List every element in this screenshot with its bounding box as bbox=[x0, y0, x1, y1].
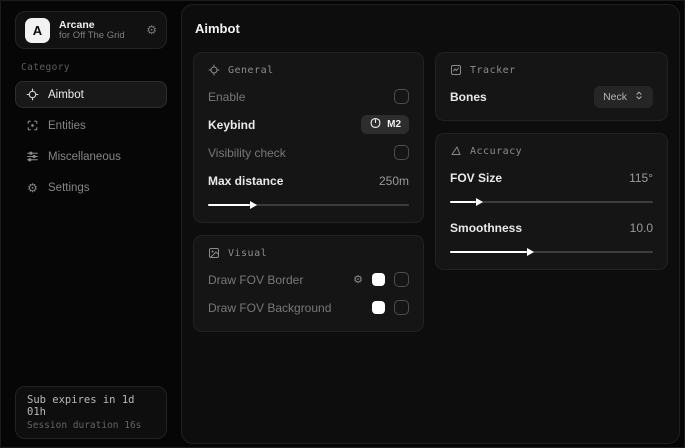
smoothness-row: Smoothness 10.0 bbox=[450, 217, 653, 238]
gear-icon[interactable]: ⚙ bbox=[353, 273, 363, 286]
draw-fov-border-row: Draw FOV Border ⚙ bbox=[208, 269, 409, 290]
slider-thumb[interactable] bbox=[450, 251, 527, 253]
sidebar-item-miscellaneous[interactable]: Miscellaneous bbox=[15, 143, 167, 170]
page-title: Aimbot bbox=[195, 21, 668, 36]
sidebar-item-label: Settings bbox=[48, 182, 90, 194]
sidebar-item-entities[interactable]: Entities bbox=[15, 112, 167, 139]
app-header: A Arcane for Off The Grid ⚙ bbox=[15, 11, 167, 49]
triangle-icon bbox=[450, 145, 462, 157]
fov-background-color-swatch[interactable] bbox=[372, 301, 385, 314]
fov-size-row: FOV Size 115° bbox=[450, 167, 653, 188]
card-title: Accuracy bbox=[470, 146, 522, 157]
fov-border-color-swatch[interactable] bbox=[372, 273, 385, 286]
logo-letter: A bbox=[33, 23, 42, 38]
image-icon bbox=[208, 247, 220, 259]
sidebar-nav: Aimbot Entities Miscellaneous ⚙ Settings bbox=[9, 81, 173, 201]
fov-border-checkbox[interactable] bbox=[394, 272, 409, 287]
bones-select[interactable]: Neck bbox=[594, 86, 653, 108]
bones-value: Neck bbox=[603, 91, 627, 103]
card-title: General bbox=[228, 65, 274, 76]
gear-icon: ⚙ bbox=[26, 181, 39, 194]
keybind-value: M2 bbox=[387, 119, 401, 130]
card-title: Visual bbox=[228, 248, 267, 259]
visibility-check-row: Visibility check bbox=[208, 142, 409, 163]
general-card: General Enable Keybind M2 bbox=[193, 52, 424, 223]
keybind-row: Keybind M2 bbox=[208, 114, 409, 135]
subscription-footer: Sub expires in 1d 01h Session duration 1… bbox=[15, 386, 167, 439]
route-icon bbox=[450, 64, 462, 76]
gear-icon[interactable]: ⚙ bbox=[146, 23, 157, 37]
sidebar: A Arcane for Off The Grid ⚙ Category Aim… bbox=[1, 1, 181, 447]
smoothness-label: Smoothness bbox=[450, 221, 522, 235]
visual-card: Visual Draw FOV Border ⚙ Draw FOV Backgr… bbox=[193, 235, 424, 332]
enable-label: Enable bbox=[208, 90, 245, 104]
app-name: Arcane bbox=[59, 19, 137, 31]
max-distance-slider[interactable] bbox=[208, 200, 409, 209]
fov-size-slider[interactable] bbox=[450, 197, 653, 206]
draw-fov-background-label: Draw FOV Background bbox=[208, 301, 331, 315]
entities-icon bbox=[26, 119, 39, 132]
app-logo: A bbox=[25, 18, 50, 43]
slider-thumb[interactable] bbox=[450, 201, 476, 203]
slider-thumb[interactable] bbox=[208, 204, 250, 206]
sub-expiry-text: Sub expires in 1d 01h bbox=[27, 394, 155, 418]
sidebar-item-label: Miscellaneous bbox=[48, 151, 121, 163]
mouse-icon bbox=[369, 118, 382, 131]
accuracy-card: Accuracy FOV Size 115° Smoothness 10.0 bbox=[435, 133, 668, 270]
smoothness-value: 10.0 bbox=[630, 221, 653, 235]
max-distance-row: Max distance 250m bbox=[208, 170, 409, 191]
fov-size-label: FOV Size bbox=[450, 171, 502, 185]
app-subtitle: for Off The Grid bbox=[59, 31, 137, 42]
card-title: Tracker bbox=[470, 65, 516, 76]
crosshair-icon bbox=[26, 88, 39, 101]
arcane-window: A Arcane for Off The Grid ⚙ Category Aim… bbox=[0, 0, 685, 448]
main-panel: Aimbot General Enable K bbox=[181, 4, 680, 444]
tracker-card: Tracker Bones Neck bbox=[435, 52, 668, 121]
fov-size-value: 115° bbox=[629, 171, 653, 185]
sliders-icon bbox=[26, 150, 39, 163]
bones-label: Bones bbox=[450, 90, 487, 104]
sidebar-item-aimbot[interactable]: Aimbot bbox=[15, 81, 167, 108]
chevrons-up-down-icon bbox=[634, 90, 644, 104]
sidebar-item-label: Entities bbox=[48, 120, 86, 132]
visibility-check-label: Visibility check bbox=[208, 146, 286, 160]
keybind-label: Keybind bbox=[208, 118, 255, 132]
draw-fov-background-row: Draw FOV Background bbox=[208, 297, 409, 318]
session-duration-text: Session duration 16s bbox=[27, 420, 155, 431]
draw-fov-border-label: Draw FOV Border bbox=[208, 273, 303, 287]
sidebar-item-settings[interactable]: ⚙ Settings bbox=[15, 174, 167, 201]
enable-checkbox[interactable] bbox=[394, 89, 409, 104]
max-distance-label: Max distance bbox=[208, 174, 283, 188]
category-label: Category bbox=[21, 62, 173, 73]
max-distance-value: 250m bbox=[379, 174, 409, 188]
enable-row: Enable bbox=[208, 86, 409, 107]
keybind-button[interactable]: M2 bbox=[361, 115, 409, 134]
smoothness-slider[interactable] bbox=[450, 247, 653, 256]
crosshair-icon bbox=[208, 64, 220, 76]
visibility-checkbox[interactable] bbox=[394, 145, 409, 160]
fov-background-checkbox[interactable] bbox=[394, 300, 409, 315]
sidebar-item-label: Aimbot bbox=[48, 89, 84, 101]
bones-row: Bones Neck bbox=[450, 86, 653, 107]
